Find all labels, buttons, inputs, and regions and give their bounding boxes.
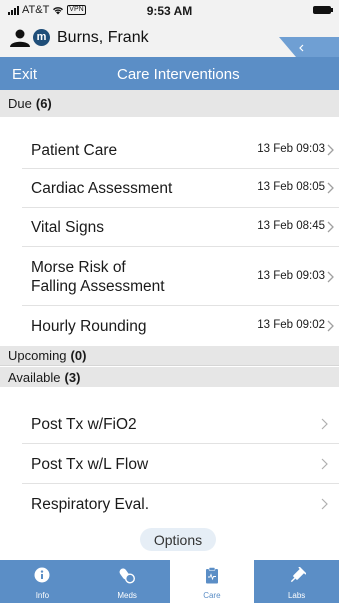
info-icon (34, 567, 50, 583)
list-item-label: Morse Risk of Falling Assessment (31, 258, 165, 296)
list-item-time: 13 Feb 08:05 (257, 181, 325, 193)
tab-meds-label: Meds (117, 591, 137, 600)
pills-icon (119, 568, 136, 584)
list-item-label: Post Tx w/FiO2 (31, 416, 137, 433)
exit-button[interactable]: Exit (12, 66, 37, 83)
section-due: Due (6) (0, 90, 339, 117)
chevron-right-icon (321, 458, 328, 470)
section-upcoming-count: (0) (70, 348, 87, 363)
tab-info-label: Info (35, 591, 50, 600)
list-item[interactable]: Vital Signs 13 Feb 08:45 (0, 208, 339, 247)
list-item-label: Hourly Rounding (31, 318, 147, 335)
chevron-right-icon (327, 182, 334, 194)
chevron-right-icon (327, 144, 334, 156)
list-item[interactable]: Morse Risk of Falling Assessment 13 Feb … (0, 247, 339, 306)
nav-bar: Exit Care Interventions (0, 57, 339, 90)
patient-name: Burns, Frank (57, 29, 149, 46)
tab-labs[interactable]: Labs (254, 560, 339, 603)
list-item-label: Patient Care (31, 142, 118, 159)
list-item[interactable]: Patient Care 13 Feb 09:03 (0, 130, 339, 169)
list-item-time: 13 Feb 09:03 (257, 270, 325, 282)
list-item[interactable]: Post Tx w/L Flow (0, 444, 339, 484)
list-item-label: Vital Signs (31, 219, 104, 236)
options-button[interactable]: Options (140, 528, 216, 551)
list-item-label-line1: Morse Risk of (31, 259, 126, 276)
patient-header: m Burns, Frank (0, 20, 339, 77)
section-upcoming-label: Upcoming (8, 348, 67, 363)
list-item-label-line2: Falling Assessment (31, 278, 165, 295)
section-due-label: Due (8, 96, 32, 111)
list-item[interactable]: Respiratory Eval. (0, 484, 339, 524)
tab-care-label: Care (203, 591, 221, 600)
section-due-count: (6) (35, 96, 52, 111)
section-upcoming: Upcoming (0) (0, 346, 339, 366)
list-item-time: 13 Feb 09:03 (257, 143, 325, 155)
person-icon (10, 29, 30, 47)
chevron-right-icon (321, 418, 328, 430)
list-item[interactable]: Hourly Rounding 13 Feb 09:02 (0, 306, 339, 346)
chevron-right-icon (327, 320, 334, 332)
syringe-icon (290, 567, 306, 583)
chevron-right-icon (327, 221, 334, 233)
status-bar: AT&T VPN 9:53 AM (0, 0, 339, 20)
chevron-right-icon (327, 271, 334, 283)
section-available: Available (3) (0, 367, 339, 387)
chevron-right-icon (321, 498, 328, 510)
battery-icon (313, 6, 333, 14)
options-bar: Options (0, 526, 339, 553)
patient-badge: m (33, 29, 50, 46)
tab-info[interactable]: Info (0, 560, 85, 603)
list-item-label: Post Tx w/L Flow (31, 456, 149, 473)
list-item-label: Cardiac Assessment (31, 180, 173, 197)
clipboard-icon (205, 567, 218, 584)
list-item-label: Respiratory Eval. (31, 496, 150, 513)
tab-care[interactable]: Care (169, 560, 255, 603)
page-title: Care Interventions (117, 66, 240, 83)
section-available-count: (3) (64, 369, 81, 385)
list-item-time: 13 Feb 09:02 (257, 319, 325, 331)
tab-labs-label: Labs (287, 591, 306, 600)
list-item[interactable]: Cardiac Assessment 13 Feb 08:05 (0, 169, 339, 208)
section-available-label: Available (8, 369, 61, 385)
status-time: 9:53 AM (146, 4, 193, 18)
list-item-time: 13 Feb 08:45 (257, 220, 325, 232)
list-item[interactable]: Post Tx w/FiO2 (0, 404, 339, 444)
tab-bar: Info Meds Care Labs (0, 560, 339, 603)
tab-meds[interactable]: Meds (84, 560, 170, 603)
